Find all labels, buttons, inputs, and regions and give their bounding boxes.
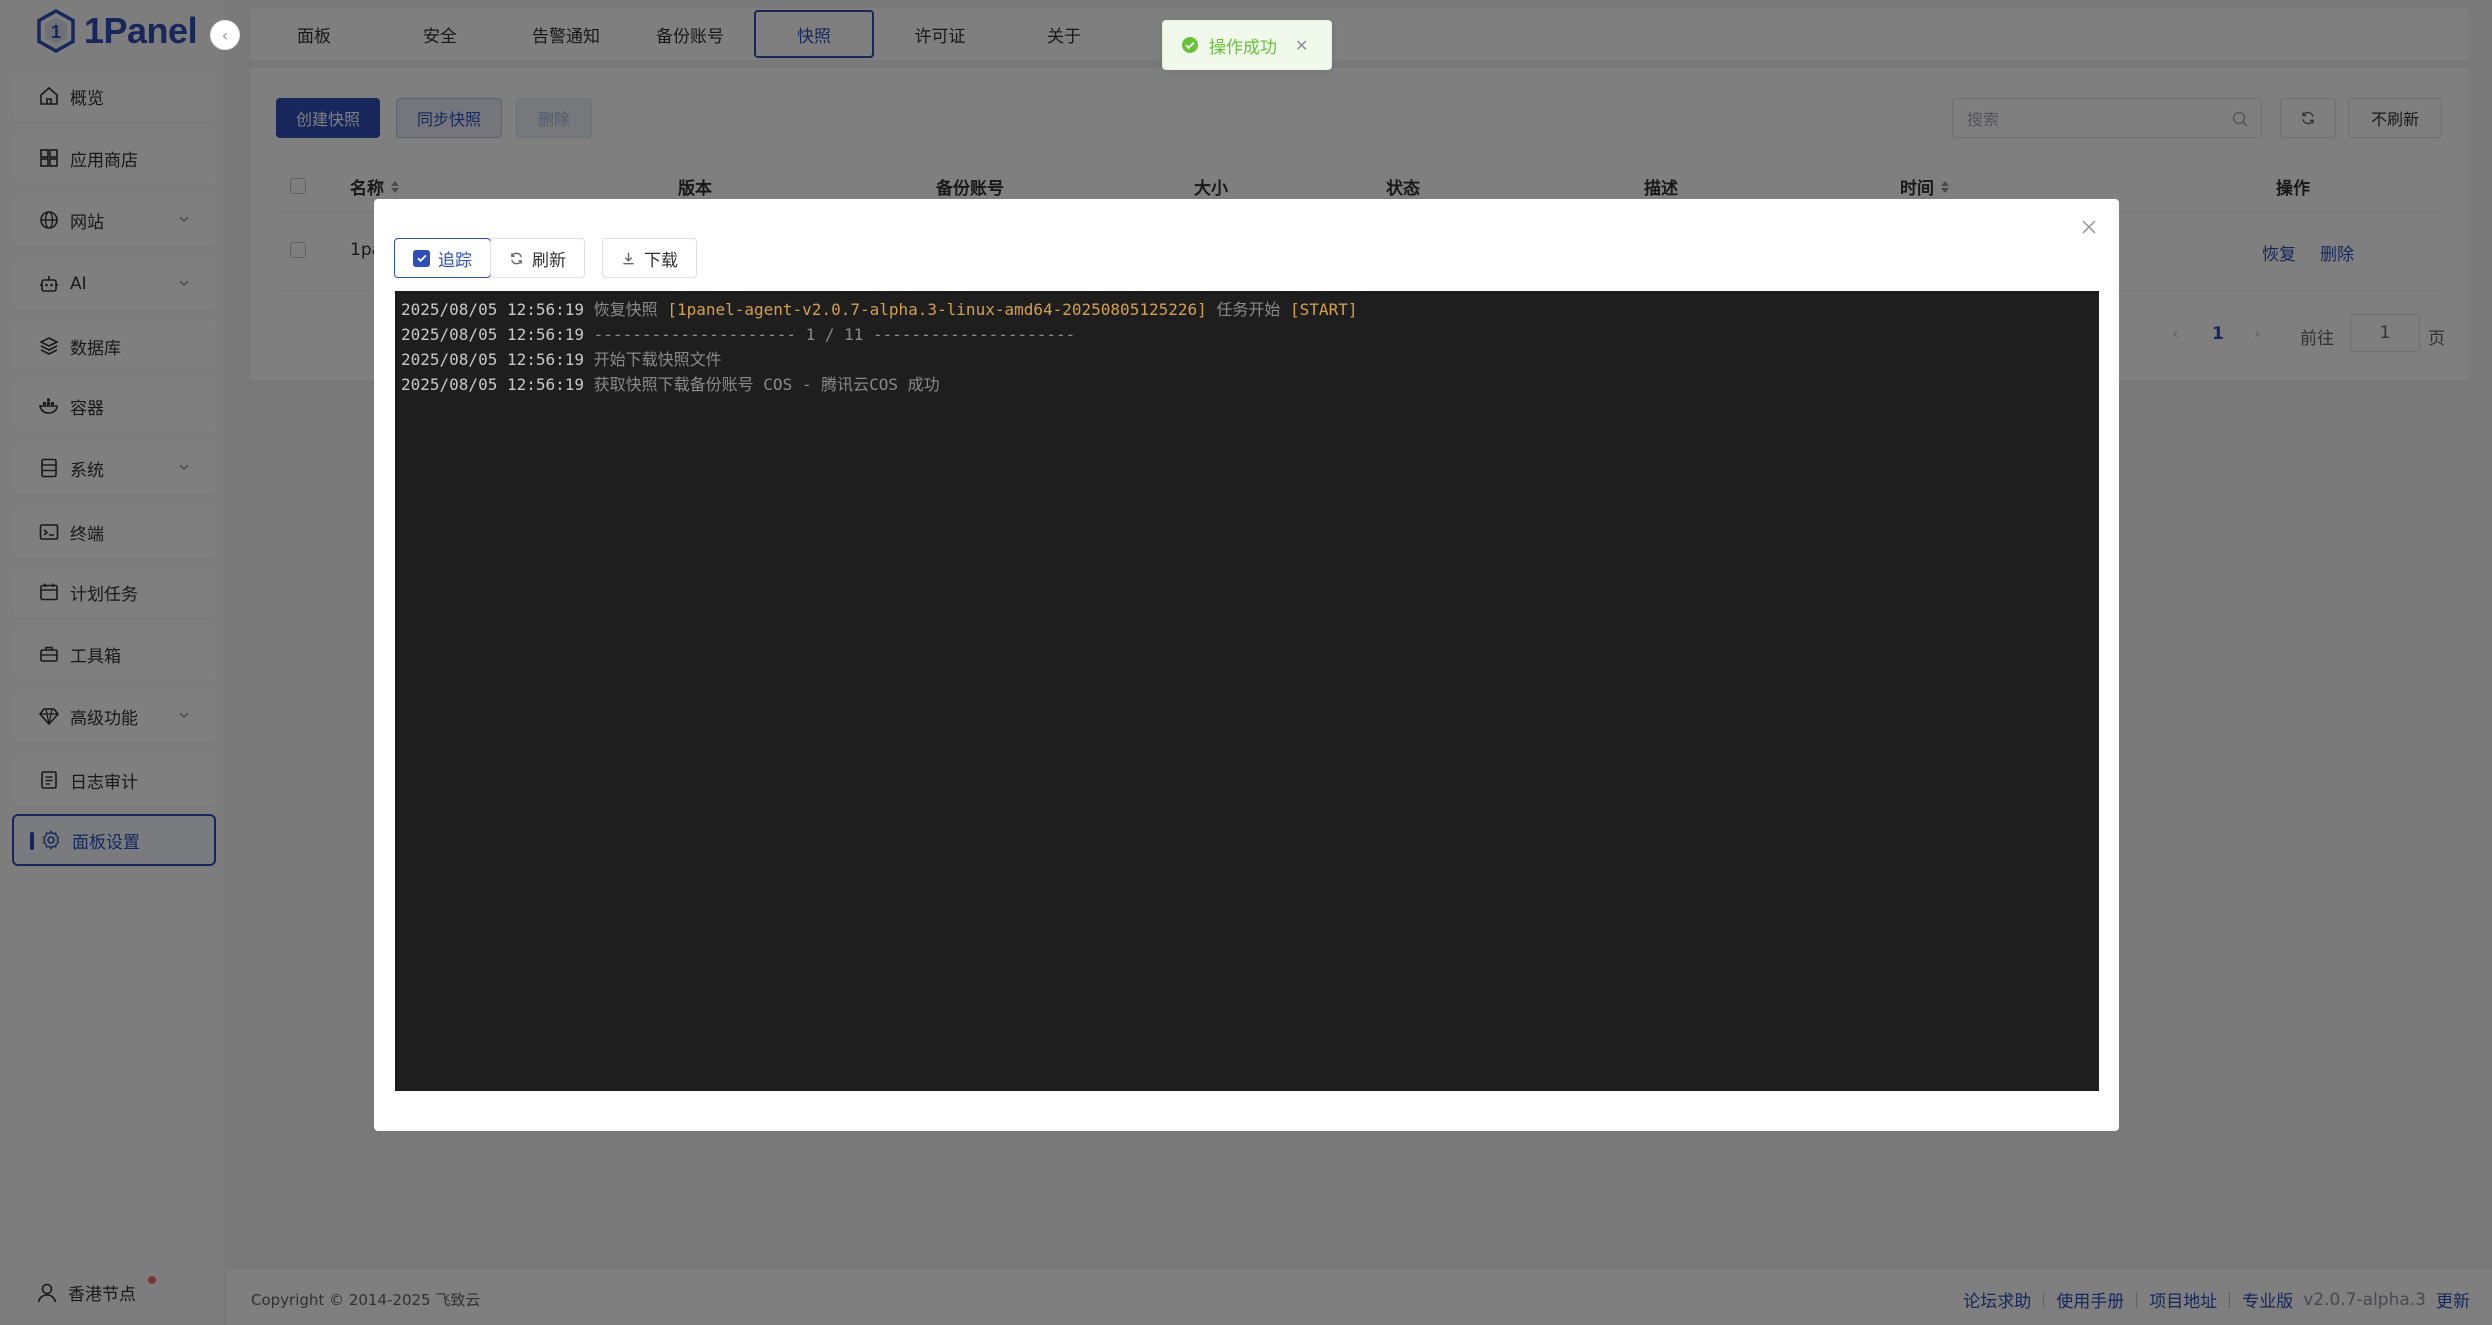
follow-checkbox[interactable]: 追踪: [394, 238, 491, 278]
log-text: 恢复快照: [584, 300, 668, 319]
toast-message: 操作成功: [1209, 37, 1277, 58]
download-log-button[interactable]: 下载: [602, 238, 697, 278]
log-line: 2025/08/05 12:56:19 --------------------…: [401, 322, 2093, 347]
log-line: 2025/08/05 12:56:19 获取快照下载备份账号 COS - 腾讯云…: [401, 372, 2093, 397]
log-timestamp: 2025/08/05 12:56:19: [401, 300, 585, 319]
success-toast: 操作成功 ✕: [1162, 20, 1332, 70]
log-line: 2025/08/05 12:56:19 恢复快照 [1panel-agent-v…: [401, 297, 2093, 322]
checkbox-checked-icon: [413, 249, 430, 267]
toast-close-icon[interactable]: ✕: [1295, 36, 1308, 55]
dialog-close-button[interactable]: [2077, 215, 2101, 239]
follow-label: 追踪: [438, 250, 472, 271]
log-text: --------------------- 1 / 11 -----------…: [584, 325, 1076, 344]
log-text: 任务开始: [1206, 300, 1291, 319]
log-timestamp: 2025/08/05 12:56:19: [401, 350, 585, 369]
download-label: 下载: [644, 250, 678, 271]
refresh-log-button[interactable]: 刷新: [490, 238, 585, 278]
task-log-dialog: 追踪 刷新 下载 2025/08/05 12:56:19 恢复快照 [1pane…: [374, 199, 2119, 1131]
refresh-label: 刷新: [532, 250, 566, 271]
log-timestamp: 2025/08/05 12:56:19: [401, 375, 585, 394]
log-text: [START]: [1290, 300, 1358, 319]
log-timestamp: 2025/08/05 12:56:19: [401, 325, 585, 344]
log-terminal[interactable]: 2025/08/05 12:56:19 恢复快照 [1panel-agent-v…: [395, 291, 2099, 1091]
log-text: [1panel-agent-v2.0.7-alpha.3-linux-amd64…: [667, 300, 1207, 319]
refresh-icon: [511, 252, 522, 264]
log-text: 获取快照下载备份账号 COS - 腾讯云COS 成功: [584, 375, 940, 394]
success-check-icon: [1182, 37, 1198, 53]
download-icon: [623, 252, 634, 264]
chevron-left-icon: ‹: [221, 25, 229, 45]
log-text: 开始下载快照文件: [584, 350, 722, 369]
close-icon: [2082, 220, 2096, 234]
log-line: 2025/08/05 12:56:19 开始下载快照文件: [401, 347, 2093, 372]
sidebar-collapse-button[interactable]: ‹: [210, 20, 240, 50]
